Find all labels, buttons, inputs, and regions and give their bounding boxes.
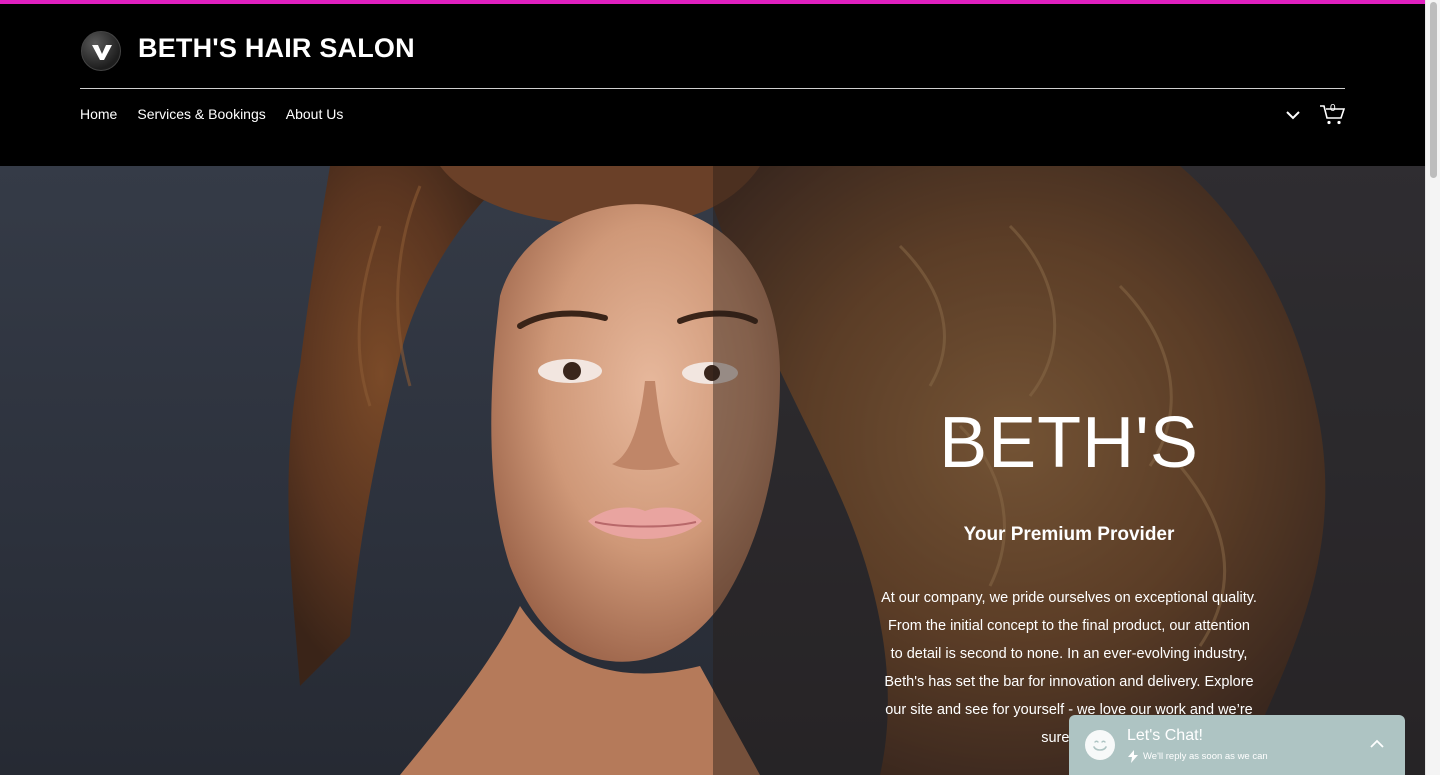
hero-description-line: to detail is second to none. In an ever-…: [890, 646, 1248, 662]
chevron-down-icon[interactable]: [1284, 108, 1302, 122]
chat-subtitle: We'll reply as soon as we can: [1143, 751, 1268, 762]
nav-item-about-us[interactable]: About Us: [286, 106, 344, 122]
chevron-up-icon[interactable]: [1369, 738, 1385, 750]
smiley-icon: [1085, 730, 1115, 760]
header-divider: [80, 88, 1345, 89]
hero-section: BETH'S Your Premium Provider At our comp…: [0, 166, 1425, 775]
hero-description-line: From the initial concept to the final pr…: [888, 618, 1250, 634]
hero-description-line: At our company, we pride ourselves on ex…: [881, 590, 1257, 606]
logo[interactable]: [81, 31, 121, 71]
nav-item-services-bookings[interactable]: Services & Bookings: [137, 106, 265, 122]
cart-count: 0: [1330, 103, 1336, 114]
page-scrollbar[interactable]: [1425, 0, 1440, 775]
hero-description-line: Beth's has set the bar for innovation an…: [884, 674, 1254, 690]
hero-tagline: Your Premium Provider: [963, 524, 1175, 545]
nav-item-home[interactable]: Home: [80, 106, 117, 122]
chat-widget[interactable]: Let's Chat! We'll reply as soon as we ca…: [1069, 715, 1405, 775]
main-nav: Home Services & Bookings About Us: [80, 106, 363, 122]
site-title[interactable]: BETH'S HAIR SALON: [138, 33, 415, 64]
scrollbar-thumb[interactable]: [1430, 2, 1437, 178]
lightning-icon: [1128, 750, 1138, 763]
v-logo-icon: [92, 45, 112, 60]
site-header: BETH'S HAIR SALON Home Services & Bookin…: [0, 4, 1425, 166]
hero-brand-heading: BETH'S: [939, 403, 1199, 483]
chat-title: Let's Chat!: [1127, 727, 1203, 744]
